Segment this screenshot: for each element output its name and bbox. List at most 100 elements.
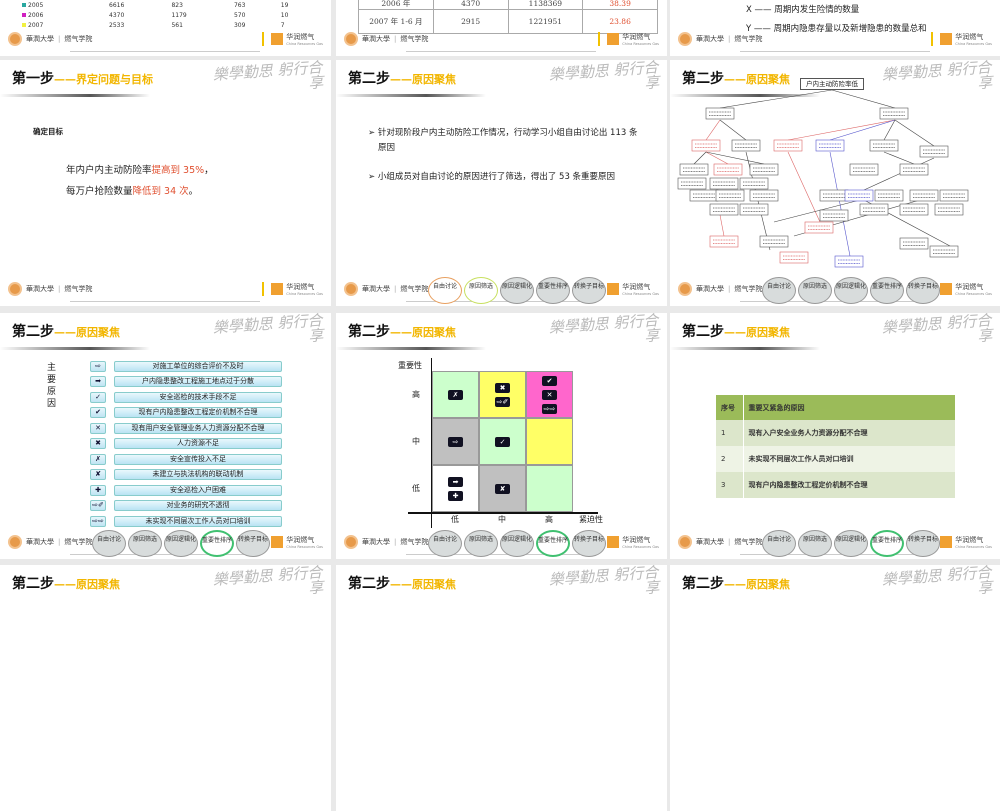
reason-text: 安全宣传投入不足 — [114, 453, 282, 465]
tree-node — [713, 163, 743, 176]
goal-1: 年内户内主动防险率 — [66, 165, 152, 176]
brand-logo: 华润燃气 China Resources Gas — [598, 282, 659, 296]
slide-thumbnail[interactable]: X —— 周期内发生险情的数量 Y —— 周期内隐患存量以及新增隐患的数量总和 … — [670, 0, 1000, 56]
reason-item[interactable]: ⇨⇨ 未实现不同层次工作人员对口培训 — [90, 515, 282, 527]
slide-footer: 華潤大學 | 燃气学院 华润燃气 China Resources Gas 自由讨论 原因筛选… — [336, 274, 667, 306]
seal-icon — [344, 535, 358, 549]
tree-node — [679, 163, 709, 176]
value: 823 — [171, 1, 183, 9]
college-name: 燃气学院 — [400, 35, 429, 43]
univ-name: 華潤大學 — [362, 35, 390, 43]
univ-name: 華潤大學 — [696, 35, 724, 43]
university-logo: 華潤大學 | 燃气学院 — [344, 282, 428, 296]
tree-node — [899, 237, 929, 250]
tree-node — [815, 139, 845, 152]
divider — [931, 32, 934, 46]
slide-thumbnail[interactable]: 第二步——原因聚焦 樂學勤思 躬行合享 — [0, 565, 331, 811]
bullet-text: 针对现阶段户内主动防险工作情况，行动学习小组自由讨论出 113 条原因 — [377, 128, 638, 153]
university-logo: 華潤大學 | 燃气学院 — [8, 535, 92, 549]
reason-item[interactable]: ✗ 安全宣传投入不足 — [90, 453, 282, 465]
step-label: 第二步 — [682, 324, 724, 340]
slide-thumbnail[interactable]: 第二步——原因聚焦 樂學勤思 躬行合享 ✗ ✖ ⇨✐ ✔ ✕ ⇨⇨ ⇨ ✓ ➡ ✚ ✘ 低低中中高高 … — [336, 313, 667, 559]
matrix-cell: ✓ — [479, 418, 526, 465]
reason-text: 现有用户安全管理业务人力资源分配不合理 — [114, 422, 282, 434]
slide-thumbnail[interactable]: 第二步——原因聚焦 樂學勤思 躬行合享 序号 重要又紧急的原因 1 现有入户安全业务… — [670, 313, 1000, 559]
calligraphy-logo: 樂學勤思 躬行合享 — [548, 60, 660, 93]
cell: 38.39 — [582, 0, 658, 10]
reason-item[interactable]: ✕ 现有用户安全管理业务人力资源分配不合理 — [90, 422, 282, 434]
reason-marker-icon: ✗ — [90, 453, 106, 465]
step-subtitle: ——原因聚焦 — [390, 73, 456, 86]
step-bubble: 原因逻辑化 — [164, 530, 198, 557]
slide-footer: 華潤大學 | 燃气学院 华润燃气 China Resources Gas — [0, 274, 331, 306]
univ-name: 華潤大學 — [362, 285, 390, 293]
reason-marker-icon: ✖ — [90, 438, 106, 449]
brand-name: 华润燃气 — [955, 283, 984, 291]
reason-item[interactable]: ⇨ 对施工单位的综合评价不及时 — [90, 360, 282, 372]
slide-thumbnail[interactable]: 2005 6616 823 763 19 2006 4370 1179 570 10 2007 253… — [0, 0, 331, 56]
divider — [262, 282, 265, 296]
reason-item[interactable]: ➡ 户内隐患整改工程施工地点过于分散 — [90, 376, 282, 388]
step-bubble: 转换子目标 — [906, 530, 940, 557]
step-bubble: 重要性排序 — [536, 530, 570, 557]
slide-thumbnail[interactable]: 第二步——原因聚焦 樂學勤思 躬行合享 — [670, 565, 1000, 811]
tree-node — [819, 209, 849, 222]
matrix-cell: ➡ ✚ — [432, 465, 479, 512]
slide-thumbnail[interactable]: 第二步——原因聚焦 樂學勤思 躬行合享 户内主动防险率低 華潤大學 | 燃气学院 华润… — [670, 60, 1000, 306]
tree-link — [705, 151, 765, 165]
slide-thumbnail[interactable]: 第二步——原因聚焦 樂學勤思 躬行合享 ➢ 针对现阶段户内主动防险工作情况，行动… — [336, 60, 667, 306]
reason-item[interactable]: ⇨✐ 对业务的研究不透彻 — [90, 500, 282, 512]
slide-thumbnail[interactable]: 第二步——原因聚焦 樂學勤思 躬行合享 — [336, 565, 667, 811]
college-name: 燃气学院 — [734, 285, 763, 293]
step-progress: 自由讨论 原因筛选 原因逻辑化 重要性排序 转换子目标 — [428, 530, 606, 557]
seal-icon — [344, 32, 358, 46]
reason-marker-icon: ⇨✐ — [90, 500, 106, 511]
legend-swatch — [22, 2, 26, 7]
tree-root: 户内主动防险率低 — [800, 78, 864, 90]
reason-text: 现有户内隐患整改工程定价机制不合理 — [114, 407, 282, 418]
reason-item[interactable]: ✚ 安全巡检入户困难 — [90, 484, 282, 496]
cell: 3 — [716, 472, 744, 498]
matrix-cell: ✔ ✕ ⇨⇨ — [526, 371, 573, 418]
college-name: 燃气学院 — [64, 538, 93, 546]
seal-icon — [678, 535, 692, 549]
cell: 现有户内隐患整改工程定价机制不合理 — [743, 472, 955, 498]
value: 10 — [280, 11, 289, 19]
arrow-bullet-icon: ➢ — [368, 172, 376, 182]
tree-link — [829, 119, 896, 141]
matrix-cell: ✘ — [479, 465, 526, 512]
univ-name: 華潤大學 — [362, 538, 390, 546]
slide-thumbnail[interactable]: 2006 年 4370 1138369 38.39 2007 年 1-6 月 2915 1… — [336, 0, 667, 56]
university-logo: 華潤大學 | 燃气学院 — [8, 282, 92, 296]
tree-node — [705, 107, 735, 120]
reason-item[interactable]: ✓ 安全巡检的技术手段不足 — [90, 391, 282, 403]
cell: 1 — [716, 420, 744, 446]
brand-logo: 华润燃气 China Resources Gas — [931, 282, 992, 296]
reason-text: 未建立与执法机构的联动机制 — [114, 469, 282, 480]
tree-node — [804, 221, 834, 234]
tree-node — [779, 251, 809, 264]
reason-marker-icon: ✖ — [495, 382, 510, 393]
title-divider — [0, 94, 150, 97]
brand-logo: 华润燃气 China Resources Gas — [598, 32, 659, 46]
step-bubble: 自由讨论 — [92, 530, 126, 557]
brand-mark-icon — [271, 536, 284, 548]
slide-thumbnail[interactable]: 第一步——界定问题与目标 樂學勤思 躬行合享 确定目标 年内户内主动防险率提高到… — [0, 60, 331, 306]
brand-name-en: China Resources Gas — [286, 545, 323, 549]
brand-name-en: China Resources Gas — [622, 545, 659, 549]
slide-title: 第二步——原因聚焦 — [348, 573, 456, 593]
reason-item[interactable]: ✔ 现有户内隐患整改工程定价机制不合理 — [90, 407, 282, 419]
reason-item[interactable]: ✖ 人力资源不足 — [90, 438, 282, 450]
reason-text: 户内隐患整改工程施工地点过于分散 — [114, 376, 282, 387]
tree-node — [709, 235, 739, 248]
reason-item[interactable]: ✘ 未建立与执法机构的联动机制 — [90, 469, 282, 481]
brand-name: 华润燃气 — [622, 283, 651, 291]
tree-node — [909, 189, 939, 202]
footer-line — [70, 51, 260, 52]
tree-link — [894, 119, 935, 147]
x-tick: 中 — [498, 515, 506, 524]
step-progress: 自由讨论 原因筛选 原因逻辑化 重要性排序 转换子目标 — [92, 530, 270, 557]
y-axis-label: 重要性 — [398, 361, 422, 370]
slide-thumbnail[interactable]: 第二步——原因聚焦 樂學勤思 躬行合享 主要原因 ⇨ 对施工单位的综合评价不及时 ➡… — [0, 313, 331, 559]
step-bubble: 自由讨论 — [762, 277, 796, 304]
